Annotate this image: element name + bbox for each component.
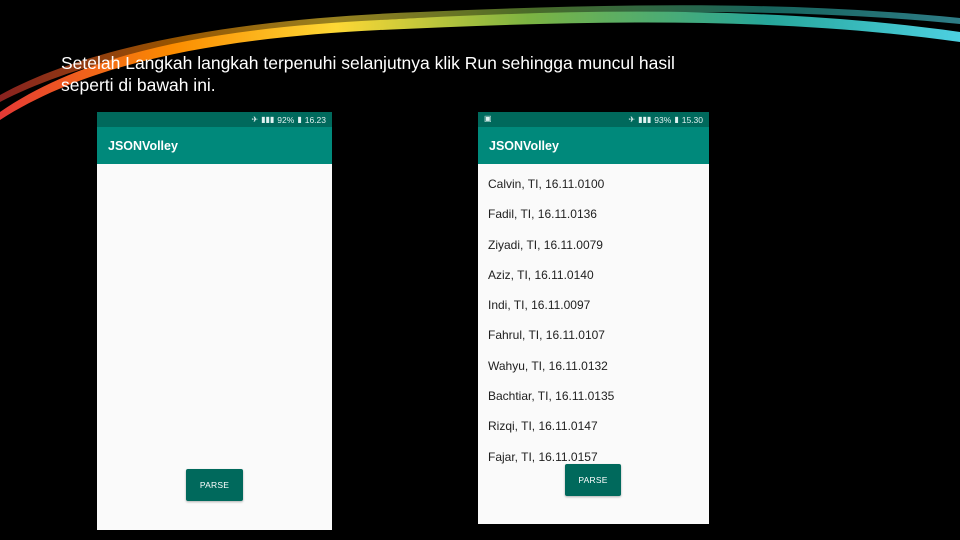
- signal-icon: ▮▮▮: [261, 115, 275, 124]
- list-item: Rizqi, TI, 16.11.0147: [488, 419, 598, 434]
- student-list: Calvin, TI, 16.11.0100 Fadil, TI, 16.11.…: [478, 164, 709, 477]
- app-title: JSONVolley: [489, 138, 559, 153]
- notification-icon: ✈: [628, 115, 636, 124]
- caption-line-1: Setelah Langkah langkah terpenuhi selanj…: [61, 53, 675, 73]
- list-item: Wahyu, TI, 16.11.0132: [488, 358, 608, 373]
- phone-screen-before: ✈ ▮▮▮ 92% ▮ 16.23 JSONVolley PARSE: [97, 112, 332, 530]
- battery-percent: 93%: [654, 114, 672, 125]
- slide-caption: Setelah Langkah langkah terpenuhi selanj…: [61, 52, 881, 96]
- parse-button[interactable]: PARSE: [186, 469, 243, 501]
- list-item: Fahrul, TI, 16.11.0107: [488, 328, 605, 343]
- list-item: Aziz, TI, 16.11.0140: [488, 267, 594, 282]
- app-title: JSONVolley: [108, 138, 178, 153]
- battery-icon: ▮: [297, 115, 302, 124]
- app-bar: JSONVolley: [478, 127, 709, 164]
- app-bar: JSONVolley: [97, 127, 332, 164]
- battery-icon: ▮: [674, 115, 679, 124]
- app-content: PARSE: [97, 164, 332, 530]
- parse-button[interactable]: PARSE: [565, 464, 621, 496]
- image-icon: ▣: [484, 114, 492, 123]
- status-time: 15.30: [681, 114, 703, 125]
- status-bar: ✈ ▮▮▮ 92% ▮ 16.23: [97, 112, 332, 127]
- phone-screen-after: ▣ ✈ ▮▮▮ 93% ▮ 15.30 JSONVolley Calvin, T…: [478, 112, 709, 524]
- status-time: 16.23: [304, 114, 326, 125]
- signal-icon: ▮▮▮: [638, 115, 652, 124]
- caption-line-2: seperti di bawah ini.: [61, 75, 216, 95]
- app-content: Calvin, TI, 16.11.0100 Fadil, TI, 16.11.…: [478, 164, 709, 524]
- status-bar: ▣ ✈ ▮▮▮ 93% ▮ 15.30: [478, 112, 709, 127]
- list-item: Indi, TI, 16.11.0097: [488, 298, 591, 313]
- list-item: Fadil, TI, 16.11.0136: [488, 207, 597, 222]
- list-item: Ziyadi, TI, 16.11.0079: [488, 237, 603, 252]
- battery-percent: 92%: [277, 114, 295, 125]
- list-item: Bachtiar, TI, 16.11.0135: [488, 389, 615, 404]
- notification-icon: ✈: [251, 115, 259, 124]
- list-item: Calvin, TI, 16.11.0100: [488, 177, 605, 191]
